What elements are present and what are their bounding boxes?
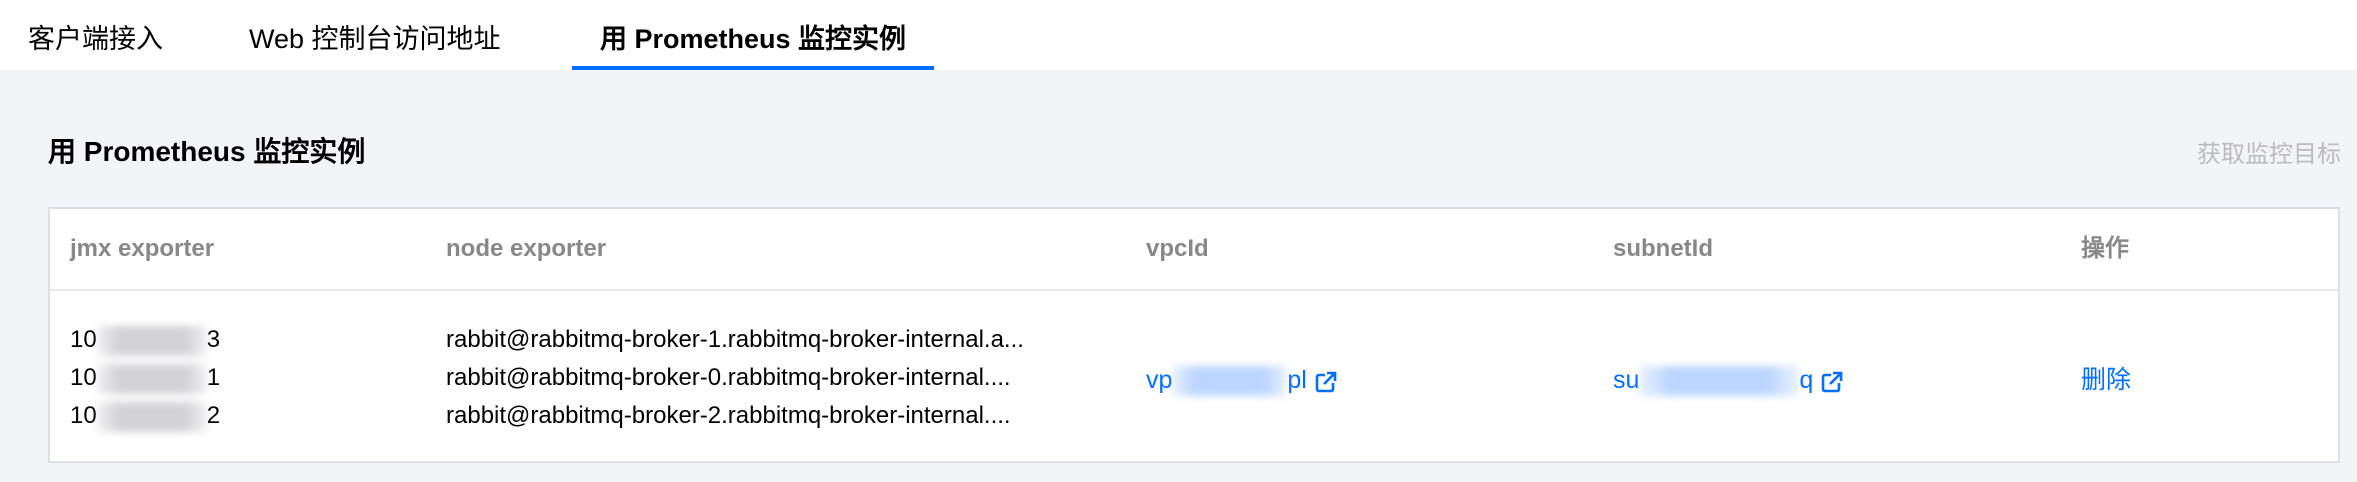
jmx-exporter-address: 10 2 (70, 397, 230, 435)
node-exporter-address: rabbit@rabbitmq-broker-1.rabbitmq-broker… (446, 326, 1024, 353)
table-header: jmx exporter node exporter vpcId subnetI… (50, 209, 2338, 291)
jmx-exporter-address: 10 1 (70, 359, 230, 397)
vpc-id-link[interactable]: vp pl (1146, 361, 1337, 404)
column-header-subnetid: subnetId (1613, 235, 1713, 262)
delete-button[interactable]: 删除 (2081, 361, 2131, 399)
tab-prometheus-monitoring[interactable]: 用 Prometheus 监控实例 (572, 0, 934, 70)
external-link-icon[interactable] (1821, 366, 1844, 404)
redacted-text (1172, 366, 1288, 397)
node-exporter-address: rabbit@rabbitmq-broker-2.rabbitmq-broker… (446, 402, 1011, 429)
active-tab-indicator (572, 66, 934, 70)
table-row: 10 3 10 1 10 2 rabbit@rabbitmq-broker-1.rab… (50, 291, 2338, 461)
jmx-exporter-cell: 10 3 10 1 10 2 (70, 321, 230, 435)
node-exporter-cell: rabbit@rabbitmq-broker-1.rabbitmq-broker… (446, 321, 1024, 435)
external-link-icon[interactable] (1315, 366, 1337, 404)
redacted-text (96, 325, 207, 356)
jmx-exporter-address: 10 3 (70, 321, 230, 359)
monitoring-table: jmx exporter node exporter vpcId subnetI… (48, 207, 2340, 463)
column-header-actions: 操作 (2081, 235, 2129, 262)
column-header-node-exporter: node exporter (446, 235, 607, 262)
tab-client-access[interactable]: 客户端接入 (28, 0, 163, 70)
section-title: 用 Prometheus 监控实例 (48, 136, 366, 167)
fetch-monitoring-targets-button[interactable]: 获取监控目标 (2197, 134, 2341, 169)
redacted-text (1639, 366, 1800, 397)
node-exporter-address: rabbit@rabbitmq-broker-0.rabbitmq-broker… (446, 364, 1011, 391)
subnet-id-link[interactable]: su q (1613, 361, 1844, 404)
column-header-jmx-exporter: jmx exporter (70, 235, 215, 262)
tab-web-console-address[interactable]: Web 控制台访问地址 (249, 0, 501, 70)
redacted-text (96, 401, 207, 432)
tab-bar: 客户端接入 Web 控制台访问地址 用 Prometheus 监控实例 (0, 0, 2357, 70)
redacted-text (96, 363, 207, 394)
column-header-vpcid: vpcId (1146, 235, 1209, 262)
